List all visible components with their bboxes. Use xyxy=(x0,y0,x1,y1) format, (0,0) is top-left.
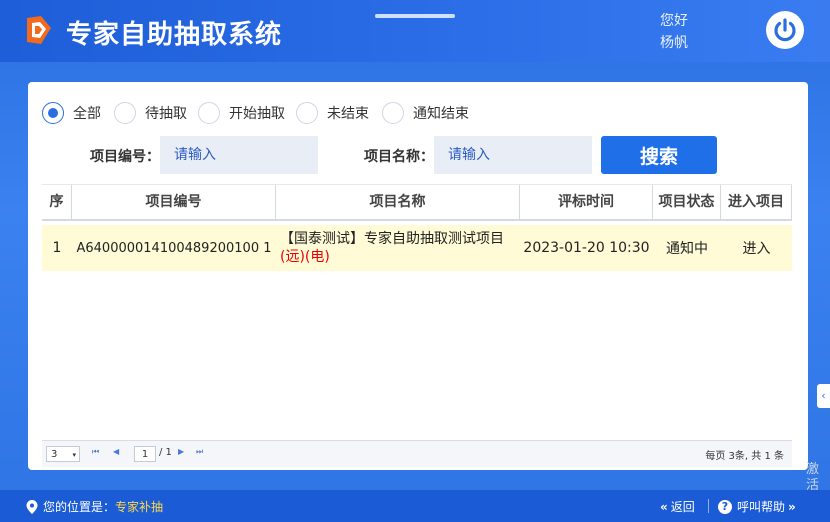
col-eval-time: 评标时间 xyxy=(520,185,653,219)
filter-started-label: 开始抽取 xyxy=(229,106,285,122)
user-greeting: 您好 杨帆 xyxy=(660,10,688,54)
location-label: 您的位置是： xyxy=(43,500,116,514)
power-icon xyxy=(774,18,796,42)
project-no-input[interactable] xyxy=(160,136,318,174)
cell-status: 通知中 xyxy=(666,241,708,257)
app-header: 专家自助抽取系统 您好 杨帆 xyxy=(0,0,830,62)
double-chevron-left-icon: « xyxy=(660,499,668,514)
header-decor-line xyxy=(375,14,455,18)
search-button[interactable]: 搜索 xyxy=(601,136,717,174)
col-enter: 进入项目 xyxy=(721,185,792,219)
footer-bar: 您的位置是： 专家补抽 « 返回 ? 呼叫帮助 » xyxy=(0,490,830,522)
pagination-bar: 3 ▾ ⏮ ◀ 1 / 1 ▶ ⏭ 每页 3条, 共 1 条 xyxy=(42,440,792,467)
page-size-value: 3 xyxy=(51,449,58,460)
next-page-icon[interactable]: ▶ xyxy=(178,447,184,456)
help-button[interactable]: ? 呼叫帮助 » xyxy=(718,498,796,515)
radio-notify-ended[interactable] xyxy=(382,102,404,124)
project-tags: (远)(电) xyxy=(280,249,330,265)
project-no-label: 项目编号： xyxy=(90,149,160,165)
last-page-icon[interactable]: ⏭ xyxy=(196,447,203,457)
filter-pending[interactable]: 待抽取 xyxy=(114,100,187,126)
project-name-input[interactable] xyxy=(434,136,592,174)
double-chevron-right-icon: » xyxy=(788,499,796,514)
location-pin-icon xyxy=(26,499,38,514)
col-seq: 序 xyxy=(42,185,72,219)
filter-notify-ended-label: 通知结束 xyxy=(413,106,469,122)
footer-divider xyxy=(708,499,709,513)
col-project-name: 项目名称 xyxy=(276,185,520,219)
main-panel: 全部 待抽取 开始抽取 未结束 通知结束 项目编号： 项目名称： 搜索 序 项目… xyxy=(28,82,808,470)
cell-seq: 1 xyxy=(52,240,62,256)
table-row[interactable]: 1 A640000014100489200100 1 【国泰测试】专家自助抽取测… xyxy=(42,225,792,271)
cell-project-name: 【国泰测试】专家自助抽取测试项目 (远)(电) xyxy=(276,225,520,271)
user-name: 杨帆 xyxy=(660,35,688,51)
back-button[interactable]: « 返回 xyxy=(660,498,695,515)
radio-all[interactable] xyxy=(42,102,64,124)
radio-started[interactable] xyxy=(198,102,220,124)
project-name-text: 【国泰测试】专家自助抽取测试项目 xyxy=(280,231,504,247)
current-page-input[interactable]: 1 xyxy=(134,446,156,462)
greeting-text: 您好 xyxy=(660,13,688,29)
first-page-icon[interactable]: ⏮ xyxy=(92,447,99,457)
filter-started[interactable]: 开始抽取 xyxy=(198,100,285,126)
side-collapse-tab[interactable]: ‹ xyxy=(817,384,830,408)
filter-unfinished-label: 未结束 xyxy=(327,106,369,122)
table-header: 序 项目编号 项目名称 评标时间 项目状态 进入项目 xyxy=(42,184,792,221)
total-pages: / 1 xyxy=(159,447,172,458)
app-title: 专家自助抽取系统 xyxy=(66,20,283,50)
cell-project-no: A640000014100489200100 1 xyxy=(76,240,272,256)
page-size-select[interactable]: 3 ▾ xyxy=(46,446,80,462)
filter-all-label: 全部 xyxy=(73,106,101,122)
filter-unfinished[interactable]: 未结束 xyxy=(296,100,369,126)
filter-notify-ended[interactable]: 通知结束 xyxy=(382,100,469,126)
enter-project-link[interactable]: 进入 xyxy=(721,225,792,271)
radio-unfinished[interactable] xyxy=(296,102,318,124)
help-label: 呼叫帮助 xyxy=(737,500,786,514)
location-current[interactable]: 专家补抽 xyxy=(115,498,163,515)
col-status: 项目状态 xyxy=(653,185,721,219)
back-label: 返回 xyxy=(670,500,695,514)
help-icon: ? xyxy=(718,499,732,514)
project-table: 序 项目编号 项目名称 评标时间 项目状态 进入项目 1 A6400000141… xyxy=(42,184,792,271)
project-name-label: 项目名称： xyxy=(364,149,434,165)
radio-pending[interactable] xyxy=(114,102,136,124)
col-project-no: 项目编号 xyxy=(72,185,276,219)
app-logo-icon xyxy=(27,16,51,44)
logout-button[interactable] xyxy=(766,11,804,49)
filter-pending-label: 待抽取 xyxy=(145,106,187,122)
chevron-down-icon: ▾ xyxy=(72,451,76,459)
filter-all[interactable]: 全部 xyxy=(42,100,101,126)
prev-page-icon[interactable]: ◀ xyxy=(113,447,119,456)
location-breadcrumb: 您的位置是： 专家补抽 xyxy=(26,498,163,515)
cell-eval-time: 2023-01-20 10:30 xyxy=(523,240,650,256)
page-summary: 每页 3条, 共 1 条 xyxy=(705,451,784,462)
